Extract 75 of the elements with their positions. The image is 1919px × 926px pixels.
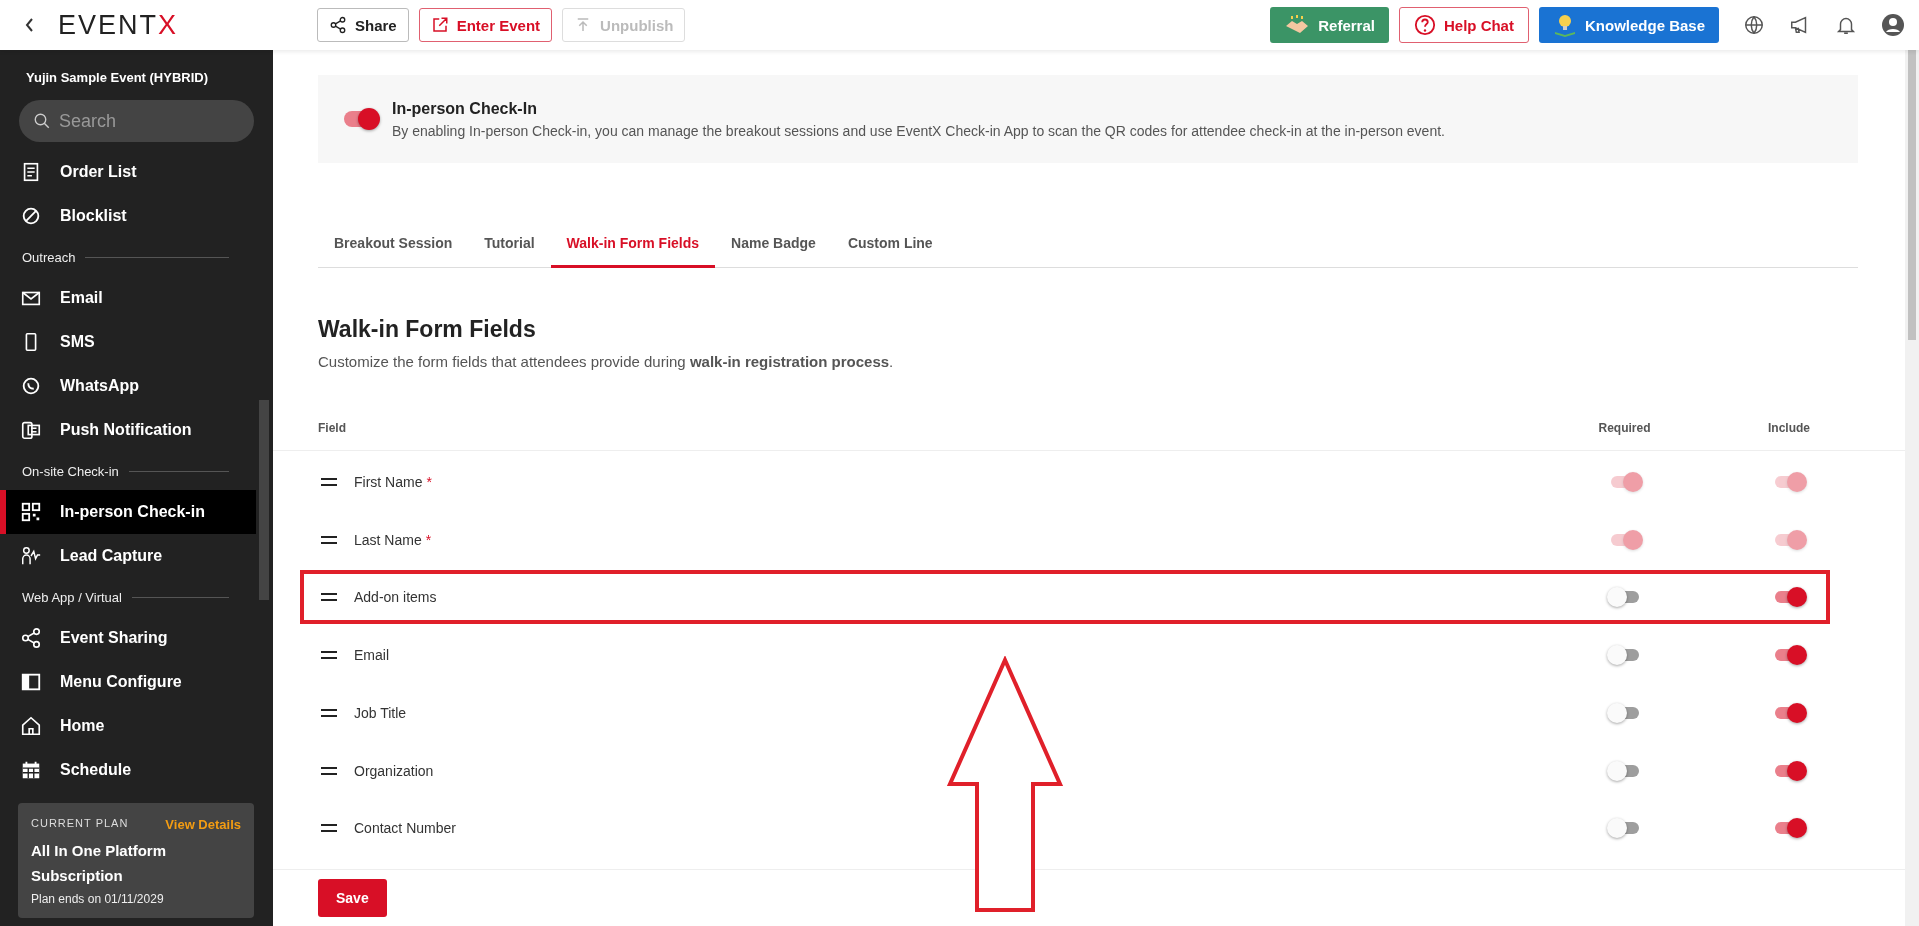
nav-item[interactable]: Blocklist: [0, 194, 256, 238]
section-description: Customize the form fields that attendees provide during walk-in registration process.: [318, 353, 895, 370]
field-name: Add-on items: [354, 589, 437, 606]
nav-item[interactable]: Push Notification: [0, 408, 256, 452]
action-button[interactable]: Share: [317, 8, 409, 42]
scrollbar-thumb[interactable]: [259, 400, 269, 600]
section-label: Outreach: [22, 249, 76, 265]
nav-item[interactable]: Menu Configure: [0, 660, 256, 704]
calendar-icon: [20, 759, 42, 781]
external-link-icon: [430, 16, 449, 34]
lightbulb-book-icon: [1552, 13, 1577, 37]
share-icon: [329, 16, 347, 34]
column-header: Include: [1767, 421, 1811, 435]
column-header: Required: [1597, 421, 1652, 435]
search-icon: [33, 112, 51, 130]
home-icon: [20, 715, 42, 737]
search-field[interactable]: Search: [19, 100, 254, 142]
drag-handle-icon[interactable]: [321, 824, 337, 833]
drag-handle-icon[interactable]: [321, 535, 337, 544]
qr-code-icon: [20, 501, 42, 523]
back-icon[interactable]: [24, 17, 36, 33]
notification-icon: [20, 419, 42, 441]
person-activity-icon: [20, 545, 42, 567]
nav-item[interactable]: Email: [0, 276, 256, 320]
nav-item[interactable]: In-person Check-in: [0, 490, 256, 534]
avatar-icon[interactable]: [1881, 13, 1905, 37]
field-name: Organization: [354, 762, 434, 779]
tab[interactable]: Tutorial: [468, 221, 551, 268]
tab[interactable]: Walk-in Form Fields: [550, 221, 716, 268]
nav-item[interactable]: Lead Capture: [0, 534, 256, 578]
plan-caption: CURRENT PLAN: [31, 817, 129, 831]
drag-handle-icon[interactable]: [321, 766, 337, 775]
question-icon: [1413, 14, 1436, 36]
drag-handle-icon[interactable]: [321, 477, 337, 486]
required-marker: *: [425, 531, 432, 548]
nav-item[interactable]: Home: [0, 704, 256, 748]
banner-text: By enabling In-person Check-in, you can manage the breakout sessions and use EventX Check-in App to scan the QR codes for attendee check-in at the in-person event.: [392, 122, 1445, 139]
plan-name: All In One Platform Subscription: [31, 841, 167, 886]
globe-icon[interactable]: [1743, 14, 1765, 36]
required-marker: *: [426, 473, 432, 490]
drag-handle-icon[interactable]: [321, 651, 337, 659]
drag-handle-icon[interactable]: [321, 708, 337, 717]
action-button[interactable]: Enter Event: [418, 8, 553, 42]
nav-item[interactable]: WhatsApp: [0, 364, 256, 408]
plan-end-date: Plan ends on 01/11/2029: [31, 892, 165, 906]
drag-handle-icon[interactable]: [321, 593, 337, 602]
nav-item[interactable]: Event Sharing: [0, 616, 256, 660]
nav-item[interactable]: Order List: [0, 150, 256, 194]
column-header: Field: [318, 421, 347, 435]
logo: EVENTX: [58, 9, 179, 41]
scrollbar-thumb[interactable]: [1908, 50, 1916, 340]
field-name: Last Name: [354, 531, 422, 548]
event-title: Yujin Sample Event (HYBRID): [25, 69, 210, 85]
share-icon: [20, 627, 42, 649]
banner-title: In-person Check-In: [392, 99, 538, 118]
header-button[interactable]: Referral: [1270, 7, 1389, 43]
field-name: Job Title: [354, 704, 407, 721]
nav-item[interactable]: Schedule: [0, 748, 256, 792]
tab[interactable]: Name Badge: [715, 221, 832, 268]
view-details-link[interactable]: View Details: [165, 817, 241, 832]
field-name: Contact Number: [354, 820, 456, 837]
field-name: Email: [354, 647, 389, 663]
header-button[interactable]: Help Chat: [1398, 7, 1529, 43]
nav-item[interactable]: SMS: [0, 320, 256, 364]
panel-icon: [20, 671, 42, 693]
blocked-icon: [20, 205, 42, 227]
tab[interactable]: Breakout Session: [318, 221, 469, 268]
field-name: First Name: [354, 473, 423, 490]
section-heading: Walk-in Form Fields: [318, 316, 537, 343]
header-button[interactable]: Knowledge Base: [1538, 7, 1719, 43]
section-label: On-site Check-in: [22, 463, 119, 479]
save-button[interactable]: Save: [318, 879, 387, 917]
tab[interactable]: Custom Line: [831, 221, 949, 268]
section-label: Web App / Virtual: [22, 589, 122, 605]
chat-bubble-icon: [20, 375, 42, 397]
